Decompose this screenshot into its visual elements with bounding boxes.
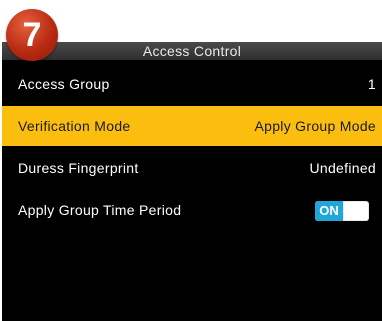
menu-item-label: Access Group bbox=[18, 76, 110, 92]
menu-item-access-group[interactable]: Access Group 1 bbox=[2, 64, 382, 104]
page-title: Access Control bbox=[2, 42, 382, 60]
menu-item-label: Duress Fingerprint bbox=[18, 160, 139, 176]
apply-group-time-period-toggle[interactable]: ON bbox=[315, 201, 369, 221]
menu-item-apply-group-time-period[interactable]: Apply Group Time Period ON bbox=[2, 190, 382, 230]
toggle-knob bbox=[344, 202, 368, 220]
menu-item-value: Undefined bbox=[309, 160, 376, 176]
menu-item-label: Apply Group Time Period bbox=[18, 202, 182, 218]
menu-item-label: Verification Mode bbox=[18, 118, 131, 134]
step-number-badge: 7 bbox=[6, 9, 58, 61]
menu-item-duress-fingerprint[interactable]: Duress Fingerprint Undefined bbox=[2, 148, 382, 188]
device-screen: Access Control Access Group 1 Verificati… bbox=[2, 42, 382, 321]
access-control-menu: Access Group 1 Verification Mode Apply G… bbox=[2, 64, 382, 232]
menu-item-verification-mode[interactable]: Verification Mode Apply Group Mode bbox=[2, 106, 382, 146]
menu-item-value: 1 bbox=[367, 76, 376, 92]
toggle-on-label: ON bbox=[315, 201, 343, 221]
menu-item-value: Apply Group Mode bbox=[254, 118, 376, 134]
